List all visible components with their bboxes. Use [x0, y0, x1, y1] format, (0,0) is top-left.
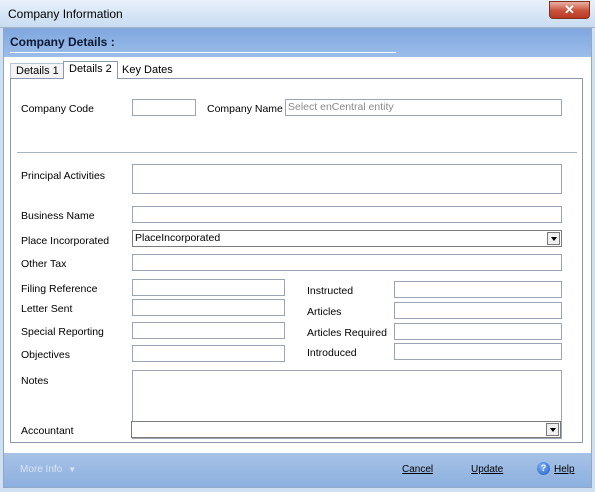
letter-sent-input[interactable] [132, 299, 285, 316]
header-underline [10, 52, 396, 53]
other-tax-label: Other Tax [21, 258, 67, 270]
footer-bar: More Info ▼ Cancel Update ? Help [4, 453, 591, 487]
company-code-label: Company Code [21, 103, 94, 115]
title-bar: Company Information ✕ [0, 0, 595, 28]
principal-activities-label: Principal Activities [21, 170, 106, 182]
other-tax-input[interactable] [132, 254, 562, 271]
chevron-down-icon[interactable] [547, 232, 560, 245]
close-button[interactable]: ✕ [549, 1, 590, 19]
filing-reference-input[interactable] [132, 279, 285, 296]
more-info-button[interactable]: More Info ▼ [20, 464, 76, 475]
place-incorporated-label: Place Incorporated [21, 235, 110, 247]
articles-input[interactable] [394, 302, 562, 319]
close-icon: ✕ [564, 2, 575, 17]
notes-label: Notes [21, 375, 49, 387]
more-info-label: More Info [20, 464, 63, 475]
special-reporting-label: Special Reporting [21, 326, 104, 338]
introduced-label: Introduced [307, 347, 357, 359]
chevron-down-icon[interactable] [546, 423, 559, 436]
tab-panel: Company Code Company Name Select enCentr… [10, 78, 583, 443]
chevron-down-icon: ▼ [68, 465, 77, 474]
company-name-input[interactable]: Select enCentral entity [285, 99, 562, 116]
objectives-input[interactable] [132, 345, 285, 362]
business-name-label: Business Name [21, 210, 95, 222]
accountant-label: Accountant [21, 425, 74, 437]
tab-key-dates[interactable]: Key Dates [117, 63, 178, 79]
special-reporting-input[interactable] [132, 322, 285, 339]
dialog-body: Company Details : Details 1 Details 2 Ke… [3, 28, 592, 488]
accountant-select[interactable] [131, 421, 561, 438]
instructed-input[interactable] [394, 281, 562, 298]
place-incorporated-value: PlaceIncorporated [135, 232, 221, 244]
business-name-input[interactable] [132, 206, 562, 223]
place-incorporated-select[interactable]: PlaceIncorporated [132, 230, 562, 247]
window-title: Company Information [8, 7, 123, 21]
tab-details-1[interactable]: Details 1 [10, 63, 65, 79]
form-divider [17, 152, 577, 153]
tab-details-2[interactable]: Details 2 [63, 61, 118, 79]
articles-required-label: Articles Required [307, 327, 387, 339]
section-title: Company Details : [10, 35, 115, 49]
section-header: Company Details : [4, 29, 591, 57]
company-code-input[interactable] [132, 99, 196, 116]
objectives-label: Objectives [21, 349, 71, 361]
cancel-button[interactable]: Cancel [402, 464, 433, 475]
company-name-label: Company Name [207, 103, 283, 115]
instructed-label: Instructed [307, 285, 354, 297]
help-button[interactable]: Help [554, 464, 575, 475]
help-icon[interactable]: ? [537, 462, 550, 475]
articles-required-input[interactable] [394, 323, 562, 340]
letter-sent-label: Letter Sent [21, 303, 73, 315]
articles-label: Articles [307, 306, 342, 318]
filing-reference-label: Filing Reference [21, 283, 98, 295]
principal-activities-input[interactable] [132, 164, 562, 194]
introduced-input[interactable] [394, 343, 562, 360]
update-button[interactable]: Update [471, 464, 503, 475]
